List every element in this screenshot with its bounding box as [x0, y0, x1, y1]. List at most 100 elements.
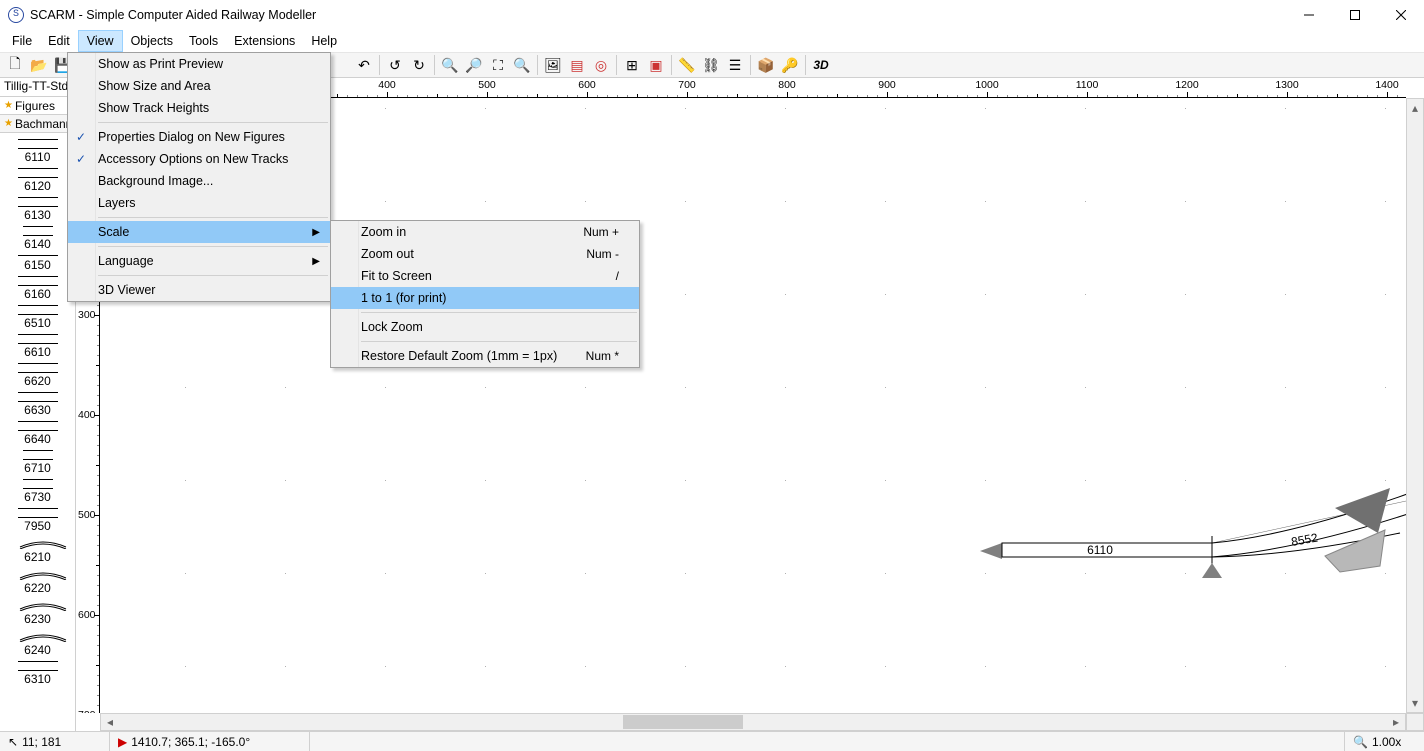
list-icon[interactable]: ☰ [724, 54, 746, 76]
part-item[interactable]: 6710 [8, 450, 68, 475]
status-zoom[interactable]: 🔍 1.00x [1344, 732, 1424, 751]
new-icon[interactable]: 🗋 [4, 54, 26, 76]
zoom-in-icon[interactable]: 🔍 [439, 54, 461, 76]
part-label: 6240 [24, 643, 51, 657]
part-label: 6130 [24, 208, 51, 222]
menu-help[interactable]: Help [303, 30, 345, 52]
track-icon[interactable]: ⛓ [700, 54, 722, 76]
part-item[interactable]: 6210 [8, 537, 68, 564]
part-item[interactable]: 6620 [8, 363, 68, 388]
box-icon[interactable]: 📦 [755, 54, 777, 76]
scroll-left-arrow[interactable]: ◂ [101, 714, 119, 730]
part-label: 7950 [24, 519, 51, 533]
scroll-right-arrow[interactable]: ▸ [1387, 714, 1405, 730]
status-bar: ↖ 11; 181 ▶ 1410.7; 365.1; -165.0° 🔍 1.0… [0, 731, 1424, 751]
part-item[interactable]: 6730 [8, 479, 68, 504]
part-label: 6510 [24, 316, 51, 330]
app-icon: S [8, 7, 24, 23]
menu-item[interactable]: Restore Default Zoom (1mm = 1px)Num * [331, 345, 639, 367]
part-item[interactable]: 6630 [8, 392, 68, 417]
scroll-thumb-h[interactable] [623, 715, 743, 729]
menu-edit[interactable]: Edit [40, 30, 78, 52]
menu-item[interactable]: Show Track Heights [68, 97, 330, 119]
close-button[interactable] [1378, 0, 1424, 30]
menu-item[interactable]: Show as Print Preview [68, 53, 330, 75]
3d-icon[interactable]: 3D [810, 54, 832, 76]
minimize-button[interactable] [1286, 0, 1332, 30]
part-label: 6730 [24, 490, 51, 504]
sidebar: Tillig-TT-Std ★Figures ★Bachmann- 611061… [0, 78, 76, 731]
part-label: 6610 [24, 345, 51, 359]
scroll-corner [1406, 713, 1424, 731]
menu-item[interactable]: Background Image... [68, 170, 330, 192]
menu-item[interactable]: 3D Viewer [68, 279, 330, 301]
parts-list: 6110 6120 6130 6140 6150 6160 6510 6610 6620 6630… [0, 133, 75, 731]
undo-icon[interactable]: ↶ [353, 54, 375, 76]
target-icon[interactable]: ◎ [590, 54, 612, 76]
window-title: SCARM - Simple Computer Aided Railway Mo… [30, 8, 316, 22]
redo-icon[interactable]: ↻ [408, 54, 430, 76]
part-label: 6220 [24, 581, 51, 595]
scroll-down-arrow[interactable]: ▾ [1407, 694, 1423, 712]
tool2-icon[interactable]: ▣ [645, 54, 667, 76]
menu-item[interactable]: Zoom outNum - [331, 243, 639, 265]
part-item[interactable]: 6640 [8, 421, 68, 446]
menu-item[interactable]: 1 to 1 (for print) [331, 287, 639, 309]
part-label: 6640 [24, 432, 51, 446]
part-item[interactable]: 6140 [8, 226, 68, 251]
part-item[interactable]: 6240 [8, 630, 68, 657]
part-item[interactable]: 7950 [8, 508, 68, 533]
menu-extensions[interactable]: Extensions [226, 30, 303, 52]
menu-item[interactable]: Layers [68, 192, 330, 214]
zoom-icon[interactable]: 🔍 [511, 54, 533, 76]
cursor-icon: ↖ [8, 735, 18, 749]
part-item[interactable]: 6230 [8, 599, 68, 626]
part-label: 6110 [25, 150, 51, 164]
menu-item[interactable]: Accessory Options on New Tracks✓ [68, 148, 330, 170]
menu-item[interactable]: Language▶ [68, 250, 330, 272]
status-cursor: ↖ 11; 181 [0, 732, 110, 751]
menu-tools[interactable]: Tools [181, 30, 226, 52]
part-item[interactable]: 6110 [8, 139, 68, 164]
maximize-button[interactable] [1332, 0, 1378, 30]
part-label: 6150 [24, 258, 51, 272]
star-icon: ★ [4, 100, 13, 111]
scrollbar-horizontal[interactable]: ◂ ▸ [100, 713, 1406, 731]
menu-item[interactable]: Lock Zoom [331, 316, 639, 338]
key-icon[interactable]: 🔑 [779, 54, 801, 76]
scrollbar-vertical[interactable]: ▴ ▾ [1406, 98, 1424, 713]
part-item[interactable]: 6510 [8, 305, 68, 330]
layers-icon[interactable]: ▤ [566, 54, 588, 76]
menu-view[interactable]: View [78, 30, 123, 52]
scroll-up-arrow[interactable]: ▴ [1407, 99, 1423, 117]
part-label: 6120 [24, 179, 51, 193]
fit-icon[interactable]: ⛶ [487, 54, 509, 76]
tab-figures[interactable]: ★Figures [0, 97, 75, 115]
menu-file[interactable]: File [4, 30, 40, 52]
menu-item[interactable]: Properties Dialog on New Figures✓ [68, 126, 330, 148]
menu-item[interactable]: Fit to Screen/ [331, 265, 639, 287]
track-label: 8552 [1290, 530, 1319, 548]
part-item[interactable]: 6310 [8, 661, 68, 686]
menu-bar: File Edit View Objects Tools Extensions … [0, 30, 1424, 52]
measure-icon[interactable]: 📏 [676, 54, 698, 76]
menu-item[interactable]: Show Size and Area [68, 75, 330, 97]
tool1-icon[interactable]: ⊞ [621, 54, 643, 76]
menu-objects[interactable]: Objects [123, 30, 181, 52]
part-item[interactable]: 6130 [8, 197, 68, 222]
part-item[interactable]: 6150 [8, 255, 68, 272]
part-item[interactable]: 6220 [8, 568, 68, 595]
undo2-icon[interactable]: ↺ [384, 54, 406, 76]
track-drawing[interactable]: 6110 8552 [980, 488, 1424, 628]
part-item[interactable]: 6610 [8, 334, 68, 359]
image-icon[interactable]: 🖼 [542, 54, 564, 76]
tab-bachmann[interactable]: ★Bachmann- [0, 115, 75, 133]
library-selector[interactable]: Tillig-TT-Std [0, 78, 75, 97]
zoom-out-icon[interactable]: 🔎 [463, 54, 485, 76]
menu-item[interactable]: Scale▶ [68, 221, 330, 243]
part-item[interactable]: 6160 [8, 276, 68, 301]
track-label: 6110 [1087, 543, 1113, 557]
menu-item[interactable]: Zoom inNum + [331, 221, 639, 243]
open-icon[interactable]: 📂 [28, 54, 50, 76]
part-item[interactable]: 6120 [8, 168, 68, 193]
